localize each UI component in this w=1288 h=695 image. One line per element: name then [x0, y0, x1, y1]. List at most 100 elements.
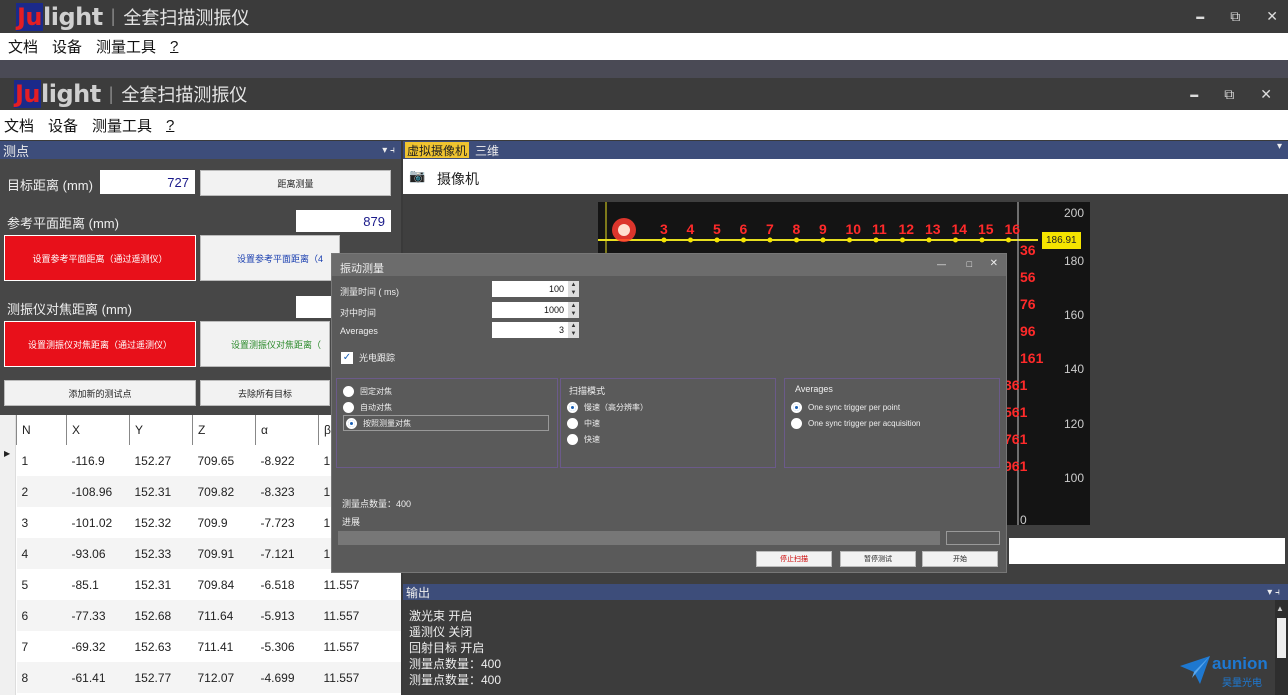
scan-option-fast[interactable]: 快速 [567, 431, 648, 447]
table-cell: -116.9 [71, 453, 105, 468]
avg-option-per-acquisition[interactable]: One sync trigger per acquisition [791, 415, 921, 431]
ref-plane-label: 参考平面距离 (mm) [7, 216, 119, 231]
averages-spinner[interactable]: ▲ ▼ [568, 322, 579, 338]
tab-virtual-camera[interactable]: 虚拟摄像机 [405, 142, 470, 158]
vibration-measure-dialog: 振动测量 — □ ✕ 测量时间 ( ms) 100 ▲ ▼ 对中时间 1000 ▲… [331, 253, 1007, 573]
set-ref-plane-telemeter-button[interactable]: 设置参考平面距离（通过遥测仪） [4, 235, 196, 281]
col-alpha[interactable]: α [255, 415, 319, 445]
grid-point-marker [688, 237, 693, 243]
grid-column-number: 14 [952, 221, 968, 237]
y-tick-label: 200 [1064, 206, 1085, 220]
table-cell: 711.41 [197, 639, 234, 654]
pause-test-button[interactable]: 暂停测试 [840, 551, 916, 567]
grid-column-number: 3 [660, 221, 668, 237]
col-n[interactable]: N [16, 415, 67, 445]
current-row-arrow-icon: ▶ [4, 449, 11, 458]
table-row[interactable]: 7 -69.32 152.63 711.41 -5.306 11.557 [16, 631, 401, 662]
table-cell: -61.41 [71, 670, 106, 685]
scroll-up-icon[interactable]: ▲ [1276, 604, 1284, 613]
table-row[interactable]: 5 -85.1 152.31 709.84 -6.518 11.557 [16, 569, 401, 600]
remove-all-button[interactable]: 去除所有目标 [200, 380, 330, 406]
col-x[interactable]: X [66, 415, 130, 445]
minimize-button-front[interactable]: ▬ [1190, 86, 1198, 104]
restore-button-front[interactable]: ⧉ [1224, 86, 1234, 104]
avg-option-per-point[interactable]: One sync trigger per point [791, 399, 921, 415]
col-z[interactable]: Z [192, 415, 256, 445]
minimize-button[interactable]: ▬ [1196, 8, 1204, 26]
table-row[interactable]: 6 -77.33 152.68 711.64 -5.913 11.557 [16, 600, 401, 631]
focus-distance-field[interactable] [296, 296, 331, 318]
tabs-dropdown-icon[interactable]: ▾ [1277, 141, 1282, 152]
app-titlebar-back: Julight | 全套扫描测振仪 ▬ ⧉ ✕ [0, 0, 1288, 33]
ref-plane-field[interactable]: 879 [296, 210, 391, 232]
row-header-column: ▶ [0, 415, 16, 695]
menu-device-front[interactable]: 设备 [48, 115, 78, 136]
brand-watermark: aunion 昊量光电 [1180, 652, 1280, 692]
menu-bar-back: 文档 设备 测量工具 ? [0, 33, 1288, 60]
table-cell: 152.32 [134, 515, 172, 530]
output-log: 激光束 开启 遥测仪 关闭 回射目标 开启 测量点数量：400 测量点数量：40… [403, 600, 1275, 695]
table-row[interactable]: 8 -61.41 152.77 712.07 -4.699 11.557 [16, 662, 401, 693]
grid-column-number: 6 [740, 221, 748, 237]
menu-bar: 文档 设备 测量工具 ? [0, 110, 1288, 140]
progress-value-box [946, 531, 1000, 545]
sample-input[interactable]: 1000 [492, 302, 568, 318]
add-point-button[interactable]: 添加新的测试点 [4, 380, 196, 406]
table-cell: 4 [21, 546, 29, 561]
set-focus-button[interactable]: 设置测振仪对焦距离（ [200, 321, 330, 367]
start-button[interactable]: 开始 [922, 551, 998, 567]
scan-option-medium[interactable]: 中速 [567, 415, 648, 431]
checkbox-checked-icon[interactable]: ✓ [341, 351, 353, 364]
menu-tools-front[interactable]: 测量工具 [92, 115, 152, 136]
table-cell: -7.121 [260, 546, 295, 561]
grid-column-number: 10 [846, 221, 862, 237]
table-cell: 152.33 [134, 546, 172, 561]
set-focus-telemeter-button[interactable]: 设置测振仪对焦距离（通过遥测仪） [4, 321, 196, 367]
table-cell: 709.65 [197, 453, 235, 468]
table-cell: -7.723 [260, 515, 295, 530]
measure-time-input[interactable]: 100 [492, 281, 568, 297]
focus-option-auto[interactable]: 自动对焦 [343, 399, 549, 415]
brand-name: aunion [1212, 654, 1268, 673]
grid-column-number: 15 [978, 221, 994, 237]
scan-option-slow[interactable]: 慢速（高分辨率） [567, 399, 648, 415]
table-cell: 3 [21, 515, 29, 530]
tracking-checkbox-row[interactable]: ✓ 光电跟踪 [341, 351, 395, 364]
tracking-checkbox-label: 光电跟踪 [359, 353, 396, 363]
menu-device[interactable]: 设备 [52, 36, 82, 57]
table-cell: 2 [21, 484, 29, 499]
dialog-close-button[interactable]: ✕ [990, 258, 998, 269]
tab-3d[interactable]: 三维 [475, 142, 499, 159]
sample-spinner[interactable]: ▲ ▼ [568, 302, 579, 318]
distance-measure-button[interactable]: 距离测量 [200, 170, 391, 196]
focus-option-measure[interactable]: 按照测量对焦 [343, 415, 549, 431]
table-cell: 11.557 [323, 577, 360, 592]
restore-button[interactable]: ⧉ [1230, 8, 1240, 26]
close-button[interactable]: ✕ [1266, 8, 1278, 26]
set-ref-plane-button[interactable]: 设置参考平面距离（4 [200, 235, 340, 281]
grid-column-number: 13 [925, 221, 941, 237]
menu-file[interactable]: 文档 [8, 36, 38, 57]
menu-file-front[interactable]: 文档 [4, 115, 34, 136]
table-cell: 6 [21, 608, 29, 623]
close-button-front[interactable]: ✕ [1260, 86, 1272, 104]
menu-help[interactable]: ? [170, 38, 178, 55]
menu-help-front[interactable]: ? [166, 117, 174, 134]
measure-time-spinner[interactable]: ▲ ▼ [568, 281, 579, 297]
grid-partial-label: 36 [1020, 242, 1036, 258]
camera-toolbar: 📷 摄像机 [403, 159, 1288, 194]
stop-scan-button[interactable]: 停止扫描 [756, 551, 832, 567]
panel-pin-icon[interactable]: ▾ ⫞ [382, 145, 395, 156]
dialog-min-button[interactable]: — [937, 259, 946, 269]
grid-column-number: 12 [899, 221, 915, 237]
output-pin-icon[interactable]: ▾ ⫞ [1267, 587, 1280, 598]
target-distance-field[interactable]: 727 [100, 170, 195, 194]
y-tick-label: 120 [1064, 417, 1085, 431]
col-y[interactable]: Y [129, 415, 193, 445]
progress-bar [338, 531, 940, 545]
grid-partial-label: 161 [1020, 350, 1044, 366]
menu-tools[interactable]: 测量工具 [96, 36, 156, 57]
averages-input[interactable]: 3 [492, 322, 568, 338]
dialog-max-button[interactable]: □ [967, 259, 972, 269]
focus-option-fixed[interactable]: 固定对焦 [343, 383, 549, 399]
